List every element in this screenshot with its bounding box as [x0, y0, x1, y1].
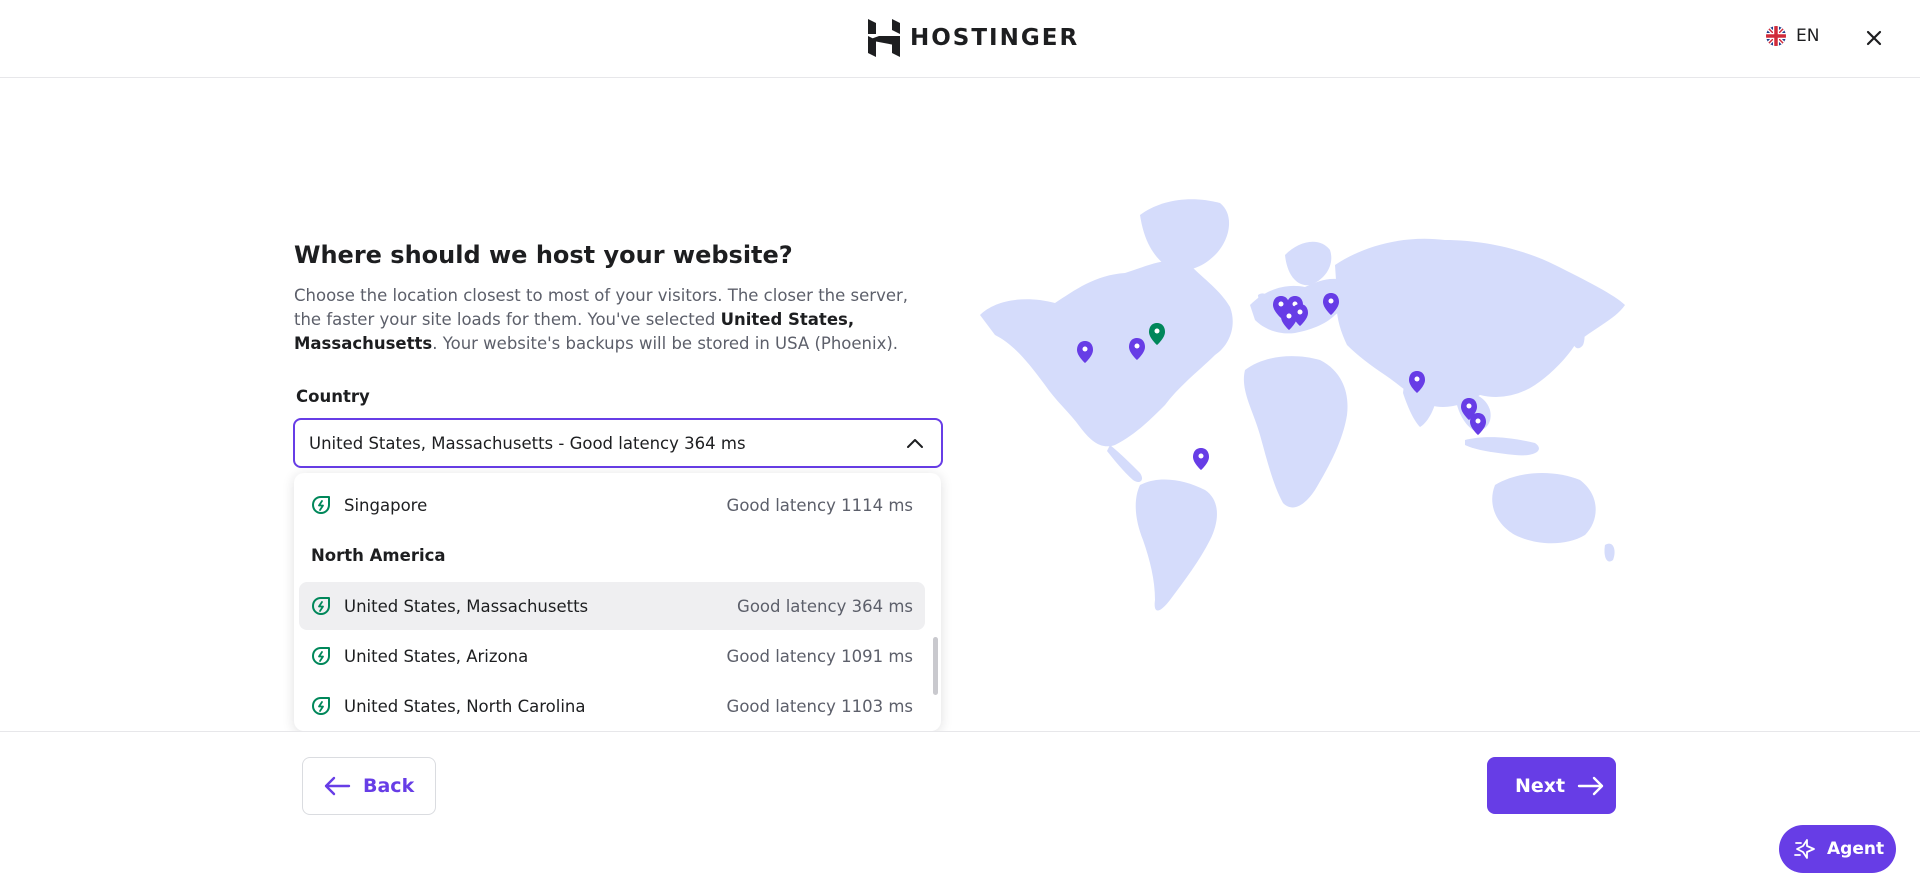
- list-item-latency: Good latency 364 ms: [737, 596, 913, 616]
- next-button-label: Next: [1515, 774, 1566, 797]
- chevron-up-icon: [907, 439, 923, 448]
- country-label: Country: [296, 387, 370, 406]
- language-label: EN: [1796, 26, 1820, 46]
- hostinger-logo-icon: [868, 19, 900, 57]
- list-item-name: United States, North Carolina: [344, 696, 586, 716]
- language-selector[interactable]: EN: [1766, 26, 1819, 46]
- list-item-name: United States, Massachusetts: [344, 596, 589, 616]
- map-landmass: [980, 199, 1625, 611]
- list-item-latency: Good latency 1103 ms: [726, 696, 913, 716]
- map-pin-icon: [1470, 413, 1486, 435]
- list-item-name: United States, Arizona: [344, 646, 529, 666]
- list-item-latency: Good latency 1114 ms: [726, 495, 913, 515]
- agent-button-label: Agent: [1827, 839, 1885, 859]
- next-button[interactable]: Next: [1487, 757, 1616, 814]
- close-icon[interactable]: [1862, 26, 1886, 50]
- eco-leaf-icon: [312, 697, 330, 715]
- list-item-us-massachusetts[interactable]: United States, Massachusetts Good latenc…: [299, 582, 925, 630]
- map-pin-icon: [1193, 448, 1209, 470]
- list-item-singapore[interactable]: Singapore Good latency 1114 ms: [299, 481, 925, 529]
- country-select-value: United States, Massachusetts - Good late…: [309, 433, 746, 453]
- list-item-us-arizona[interactable]: United States, Arizona Good latency 1091…: [299, 632, 925, 680]
- list-item-latency: Good latency 1091 ms: [726, 646, 913, 666]
- list-item-us-north-carolina[interactable]: United States, North Carolina Good laten…: [299, 682, 925, 730]
- group-heading-north-america: North America: [311, 546, 446, 565]
- page-description: Choose the location closest to most of y…: [294, 284, 914, 356]
- description-text-2: . Your website's backups will be stored …: [432, 334, 899, 353]
- dropdown-scrollbar[interactable]: [933, 637, 938, 695]
- eco-leaf-icon: [312, 496, 330, 514]
- list-item-name: Singapore: [344, 495, 428, 515]
- country-select[interactable]: United States, Massachusetts - Good late…: [293, 418, 943, 468]
- back-button[interactable]: Back: [302, 757, 436, 815]
- eco-leaf-icon: [312, 647, 330, 665]
- country-dropdown-list[interactable]: Singapore Good latency 1114 ms North Ame…: [294, 473, 941, 731]
- agent-button[interactable]: Agent: [1779, 825, 1896, 873]
- arrow-right-icon: [1577, 776, 1604, 795]
- footer-bar: [0, 731, 1920, 886]
- agent-sparkle-icon: [1794, 839, 1815, 859]
- page-title: Where should we host your website?: [294, 241, 793, 269]
- back-button-label: Back: [363, 775, 415, 797]
- world-map: [980, 199, 1625, 611]
- brand-name: HOSTINGER: [910, 25, 1080, 51]
- eco-leaf-icon: [312, 597, 330, 615]
- hostinger-logo: HOSTINGER: [868, 19, 1079, 57]
- top-header: HOSTINGER EN: [0, 0, 1920, 78]
- uk-flag-icon: [1766, 26, 1786, 46]
- arrow-left-icon: [324, 776, 351, 796]
